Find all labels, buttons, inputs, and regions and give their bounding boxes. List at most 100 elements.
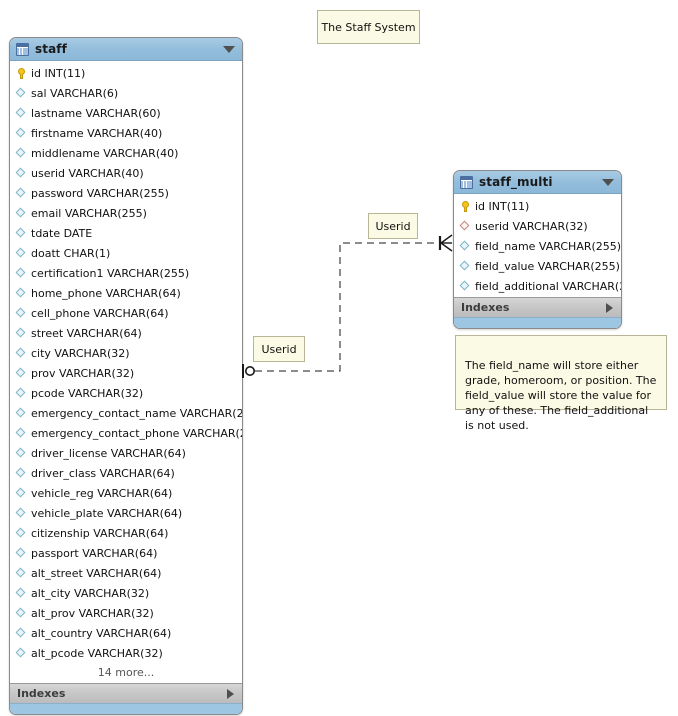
table-icon bbox=[16, 42, 29, 56]
field-row[interactable]: home_phone VARCHAR(64) bbox=[10, 283, 242, 303]
column-icon bbox=[16, 88, 27, 99]
column-icon bbox=[460, 241, 471, 252]
entity-staff-multi-footer bbox=[454, 317, 621, 328]
diagram-title-note[interactable]: The Staff System bbox=[317, 10, 420, 44]
field-label: emergency_contact_name VARCHAR(255) bbox=[31, 406, 243, 420]
column-icon bbox=[16, 628, 27, 639]
column-icon bbox=[16, 108, 27, 119]
column-icon bbox=[16, 348, 27, 359]
field-label: alt_prov VARCHAR(32) bbox=[31, 606, 154, 620]
column-icon bbox=[16, 308, 27, 319]
entity-staff-multi-field-list: id INT(11) userid VARCHAR(32) field_name… bbox=[454, 194, 621, 297]
field-row[interactable]: firstname VARCHAR(40) bbox=[10, 123, 242, 143]
field-row[interactable]: id INT(11) bbox=[10, 63, 242, 83]
column-icon bbox=[16, 328, 27, 339]
entity-staff[interactable]: staff id INT(11) sal VARCHAR(6) lastname… bbox=[9, 37, 243, 715]
field-row[interactable]: userid VARCHAR(32) bbox=[454, 216, 621, 236]
relationship-label-target[interactable]: Userid bbox=[368, 213, 418, 239]
field-row[interactable]: alt_country VARCHAR(64) bbox=[10, 623, 242, 643]
relationship-label-source[interactable]: Userid bbox=[253, 336, 305, 362]
field-row[interactable]: prov VARCHAR(32) bbox=[10, 363, 242, 383]
field-row[interactable]: sal VARCHAR(6) bbox=[10, 83, 242, 103]
indexes-label: Indexes bbox=[17, 687, 66, 700]
entity-staff-name: staff bbox=[35, 42, 67, 56]
field-row[interactable]: alt_pcode VARCHAR(32) bbox=[10, 643, 242, 663]
field-label: tdate DATE bbox=[31, 226, 93, 240]
relationship-label-target-text: Userid bbox=[375, 219, 411, 233]
field-row[interactable]: alt_city VARCHAR(32) bbox=[10, 583, 242, 603]
field-row[interactable]: street VARCHAR(64) bbox=[10, 323, 242, 343]
field-label: middlename VARCHAR(40) bbox=[31, 146, 179, 160]
column-icon bbox=[16, 268, 27, 279]
field-label: driver_license VARCHAR(64) bbox=[31, 446, 186, 460]
field-row[interactable]: tdate DATE bbox=[10, 223, 242, 243]
table-icon bbox=[460, 175, 473, 189]
field-row[interactable]: certification1 VARCHAR(255) bbox=[10, 263, 242, 283]
column-icon bbox=[16, 128, 27, 139]
field-row[interactable]: cell_phone VARCHAR(64) bbox=[10, 303, 242, 323]
field-row[interactable]: userid VARCHAR(40) bbox=[10, 163, 242, 183]
field-row[interactable]: passport VARCHAR(64) bbox=[10, 543, 242, 563]
field-row[interactable]: city VARCHAR(32) bbox=[10, 343, 242, 363]
field-label: city VARCHAR(32) bbox=[31, 346, 130, 360]
chevron-down-icon[interactable] bbox=[602, 178, 614, 186]
column-icon bbox=[16, 508, 27, 519]
field-row[interactable]: field_name VARCHAR(255) bbox=[454, 236, 621, 256]
field-row[interactable]: lastname VARCHAR(60) bbox=[10, 103, 242, 123]
description-note-text: The field_name will store either grade, … bbox=[465, 359, 657, 432]
field-label: sal VARCHAR(6) bbox=[31, 86, 119, 100]
field-row[interactable]: middlename VARCHAR(40) bbox=[10, 143, 242, 163]
column-icon bbox=[16, 428, 27, 439]
field-row[interactable]: alt_street VARCHAR(64) bbox=[10, 563, 242, 583]
field-label: driver_class VARCHAR(64) bbox=[31, 466, 175, 480]
field-row[interactable]: email VARCHAR(255) bbox=[10, 203, 242, 223]
field-row[interactable]: driver_license VARCHAR(64) bbox=[10, 443, 242, 463]
field-row[interactable]: pcode VARCHAR(32) bbox=[10, 383, 242, 403]
field-label: password VARCHAR(255) bbox=[31, 186, 169, 200]
column-icon bbox=[460, 281, 471, 292]
field-label: userid VARCHAR(32) bbox=[475, 219, 588, 233]
entity-staff-field-list: id INT(11) sal VARCHAR(6) lastname VARCH… bbox=[10, 61, 242, 683]
more-fields-label[interactable]: 14 more... bbox=[10, 663, 242, 682]
foreign-key-icon bbox=[460, 221, 471, 232]
column-icon bbox=[16, 188, 27, 199]
field-row[interactable]: doatt CHAR(1) bbox=[10, 243, 242, 263]
entity-staff-multi-header[interactable]: staff_multi bbox=[454, 171, 621, 194]
field-row[interactable]: id INT(11) bbox=[454, 196, 621, 216]
field-row[interactable]: citizenship VARCHAR(64) bbox=[10, 523, 242, 543]
field-row[interactable]: emergency_contact_phone VARCHAR(255) bbox=[10, 423, 242, 443]
primary-key-icon bbox=[16, 67, 27, 79]
field-row[interactable]: alt_prov VARCHAR(32) bbox=[10, 603, 242, 623]
field-label: emergency_contact_phone VARCHAR(255) bbox=[31, 426, 243, 440]
entity-staff-indexes-bar[interactable]: Indexes bbox=[10, 683, 242, 703]
chevron-down-icon[interactable] bbox=[223, 45, 235, 53]
field-row[interactable]: field_additional VARCHAR(255) bbox=[454, 276, 621, 296]
column-icon bbox=[16, 368, 27, 379]
field-row[interactable]: emergency_contact_name VARCHAR(255) bbox=[10, 403, 242, 423]
entity-staff-multi-indexes-bar[interactable]: Indexes bbox=[454, 297, 621, 317]
column-icon bbox=[16, 468, 27, 479]
field-label: alt_country VARCHAR(64) bbox=[31, 626, 172, 640]
field-row[interactable]: vehicle_plate VARCHAR(64) bbox=[10, 503, 242, 523]
column-icon bbox=[16, 388, 27, 399]
field-label: email VARCHAR(255) bbox=[31, 206, 147, 220]
column-icon bbox=[16, 168, 27, 179]
field-label: alt_pcode VARCHAR(32) bbox=[31, 646, 163, 660]
column-icon bbox=[16, 648, 27, 659]
column-icon bbox=[16, 548, 27, 559]
field-label: field_name VARCHAR(255) bbox=[475, 239, 622, 253]
column-icon bbox=[460, 261, 471, 272]
entity-staff-multi[interactable]: staff_multi id INT(11) userid VARCHAR(32… bbox=[453, 170, 622, 329]
chevron-right-icon[interactable] bbox=[227, 688, 234, 699]
indexes-label: Indexes bbox=[461, 301, 510, 314]
chevron-right-icon[interactable] bbox=[606, 302, 613, 313]
column-icon bbox=[16, 148, 27, 159]
field-row[interactable]: driver_class VARCHAR(64) bbox=[10, 463, 242, 483]
description-note[interactable]: The field_name will store either grade, … bbox=[455, 335, 667, 432]
field-label: id INT(11) bbox=[475, 199, 530, 213]
column-icon bbox=[16, 448, 27, 459]
field-row[interactable]: vehicle_reg VARCHAR(64) bbox=[10, 483, 242, 503]
entity-staff-header[interactable]: staff bbox=[10, 38, 242, 61]
field-row[interactable]: field_value VARCHAR(255) bbox=[454, 256, 621, 276]
field-row[interactable]: password VARCHAR(255) bbox=[10, 183, 242, 203]
